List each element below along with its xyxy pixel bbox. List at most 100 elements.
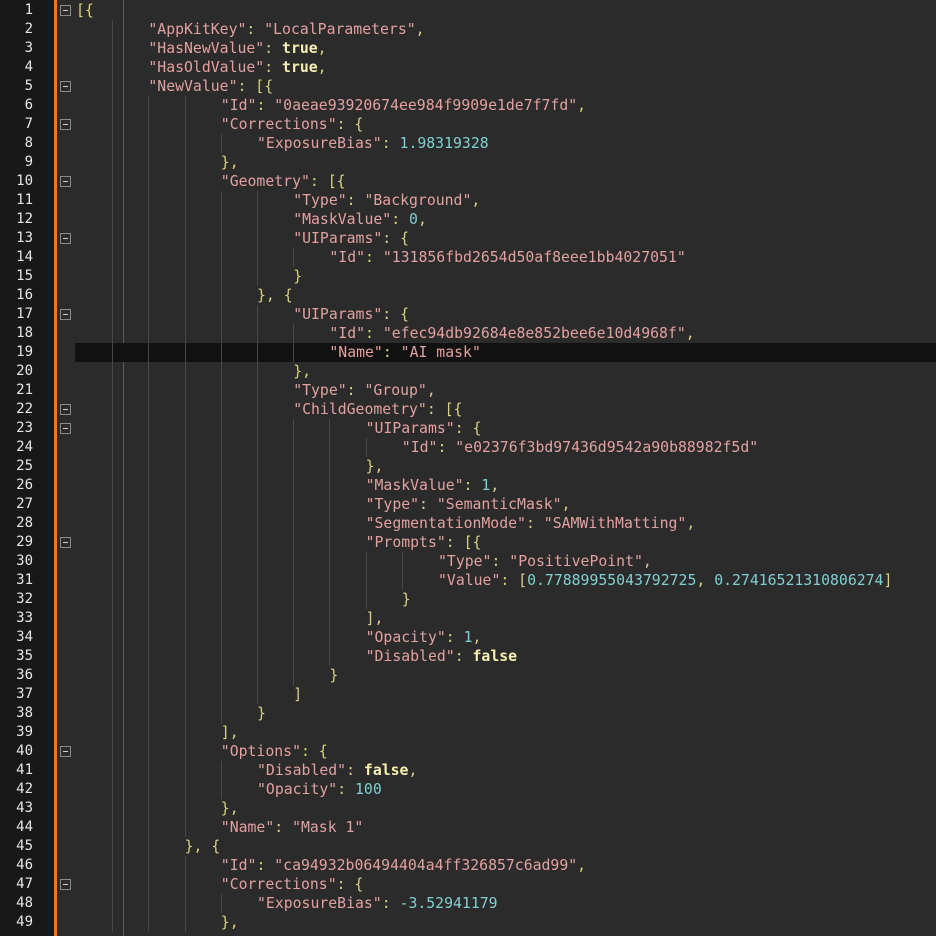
json-punctuation: , (577, 857, 587, 874)
code-text: ], (366, 609, 384, 628)
fold-toggle-icon[interactable] (60, 81, 71, 92)
fold-toggle-icon[interactable] (60, 119, 71, 130)
code-line[interactable]: "ExposureBias": 1.98319328 (75, 134, 936, 153)
line-number: 33 (16, 610, 33, 626)
json-punctuation: : (381, 895, 400, 912)
indent-guide (220, 761, 222, 780)
json-punctuation: , (577, 97, 587, 114)
code-line[interactable]: "UIParams": { (75, 229, 936, 248)
json-key: "ChildGeometry" (293, 401, 427, 418)
fold-toggle-icon[interactable] (60, 423, 71, 434)
code-line[interactable]: } (75, 666, 936, 685)
code-line[interactable]: }, { (75, 837, 936, 856)
line-number: 24 (16, 439, 33, 455)
indent-guide (112, 191, 114, 210)
code-line[interactable]: "Corrections": { (75, 115, 936, 134)
code-line[interactable]: "NewValue": [{ (75, 77, 936, 96)
code-line[interactable]: }, (75, 153, 936, 172)
json-number: 1.98319328 (399, 135, 489, 152)
code-line[interactable]: "Prompts": [{ (75, 533, 936, 552)
code-line[interactable]: "Opacity": 100 (75, 780, 936, 799)
code-line[interactable]: "MaskValue": 0, (75, 210, 936, 229)
code-editor[interactable]: [{"AppKitKey": "LocalParameters", "HasNew… (0, 0, 936, 936)
code-line[interactable]: "Name": "Mask 1" (75, 818, 936, 837)
code-line[interactable]: "Disabled": false, (75, 761, 936, 780)
indent-guide (112, 742, 114, 761)
code-line[interactable]: "HasNewValue": true, (75, 39, 936, 58)
code-line[interactable]: "UIParams": { (75, 305, 936, 324)
code-line[interactable]: "HasOldValue": true, (75, 58, 936, 77)
indent-guide (257, 457, 258, 476)
json-punctuation: } (401, 591, 411, 608)
indent-guide (112, 514, 114, 533)
code-line[interactable]: }, (75, 913, 936, 932)
code-line[interactable]: }, { (75, 286, 936, 305)
fold-toggle-icon[interactable] (60, 746, 71, 757)
indent-guide (220, 362, 222, 381)
code-line[interactable]: }, (75, 362, 936, 381)
code-text: "Disabled": false (366, 647, 517, 666)
indent-guide (148, 856, 150, 875)
indent-guide (148, 172, 150, 191)
fold-toggle-icon[interactable] (60, 404, 71, 415)
code-line[interactable]: "Disabled": false (75, 647, 936, 666)
code-line[interactable]: } (75, 704, 936, 723)
fold-toggle-icon[interactable] (60, 233, 71, 244)
code-line[interactable]: }, (75, 457, 936, 476)
fold-toggle-icon[interactable] (60, 309, 71, 320)
json-punctuation: : (445, 629, 464, 646)
code-line[interactable]: "Type": "Background", (75, 191, 936, 210)
code-line[interactable]: "Id": "0aeae93920674ee984f9909e1de7f7fd"… (75, 96, 936, 115)
code-text: "HasNewValue": true, (148, 39, 326, 58)
indent-guide (184, 229, 186, 248)
code-text: "Name": "Mask 1" (221, 818, 364, 837)
code-line[interactable]: } (75, 267, 936, 286)
code-line[interactable]: "Geometry": [{ (75, 172, 936, 191)
json-punctuation: : (264, 40, 283, 57)
code-text: "Id": "131856fbd2654d50af8eee1bb4027051" (329, 248, 685, 267)
code-line[interactable]: "Type": "PositivePoint", (75, 552, 936, 571)
code-line[interactable]: "Value": [0.77889955043792725, 0.2741652… (75, 571, 936, 590)
indent-guide (220, 514, 222, 533)
indent-guide (220, 609, 222, 628)
indent-guide (257, 685, 258, 704)
code-line[interactable]: "UIParams": { (75, 419, 936, 438)
code-line[interactable]: "Type": "Group", (75, 381, 936, 400)
code-line[interactable]: "Corrections": { (75, 875, 936, 894)
indent-guide (293, 514, 295, 533)
code-line[interactable]: ], (75, 609, 936, 628)
code-line[interactable]: "Type": "SemanticMask", (75, 495, 936, 514)
current-code-line[interactable]: "Name": "AI mask" (75, 343, 936, 362)
json-punctuation: , (415, 21, 425, 38)
indent-guide (257, 571, 258, 590)
indent-guide (184, 457, 186, 476)
code-line[interactable]: "ExposureBias": -3.52941179 (75, 894, 936, 913)
code-line[interactable]: [{ (75, 1, 936, 20)
fold-toggle-icon[interactable] (60, 879, 71, 890)
code-line[interactable]: "Id": "ca94932b06494404a4ff326857c6ad99"… (75, 856, 936, 875)
indent-guide (220, 343, 222, 362)
code-line[interactable]: "AppKitKey": "LocalParameters", (75, 20, 936, 39)
code-line[interactable]: } (75, 590, 936, 609)
code-line[interactable]: ], (75, 723, 936, 742)
indent-guide (293, 457, 295, 476)
code-line[interactable]: "Opacity": 1, (75, 628, 936, 647)
code-line[interactable]: "Id": "e02376f3bd97436d9542a90b88982f5d" (75, 438, 936, 457)
fold-toggle-icon[interactable] (60, 537, 71, 548)
code-line[interactable]: "ChildGeometry": [{ (75, 400, 936, 419)
code-line[interactable]: "Id": "131856fbd2654d50af8eee1bb4027051" (75, 248, 936, 267)
code-line[interactable]: "Id": "efec94db92684e8e852bee6e10d4968f"… (75, 324, 936, 343)
json-key: "Name" (220, 819, 275, 836)
indent-guide (293, 438, 295, 457)
code-line[interactable]: "SegmentationMode": "SAMWithMatting", (75, 514, 936, 533)
json-punctuation: : { (454, 420, 482, 437)
fold-toggle-icon[interactable] (60, 176, 71, 187)
code-text: }, (366, 457, 384, 476)
fold-toggle-icon[interactable] (60, 5, 71, 16)
code-line[interactable]: "Options": { (75, 742, 936, 761)
code-text: "Id": "e02376f3bd97436d9542a90b88982f5d" (402, 438, 758, 457)
code-line[interactable]: ] (75, 685, 936, 704)
code-line[interactable]: }, (75, 799, 936, 818)
json-key: "Type" (293, 382, 347, 399)
code-line[interactable]: "MaskValue": 1, (75, 476, 936, 495)
